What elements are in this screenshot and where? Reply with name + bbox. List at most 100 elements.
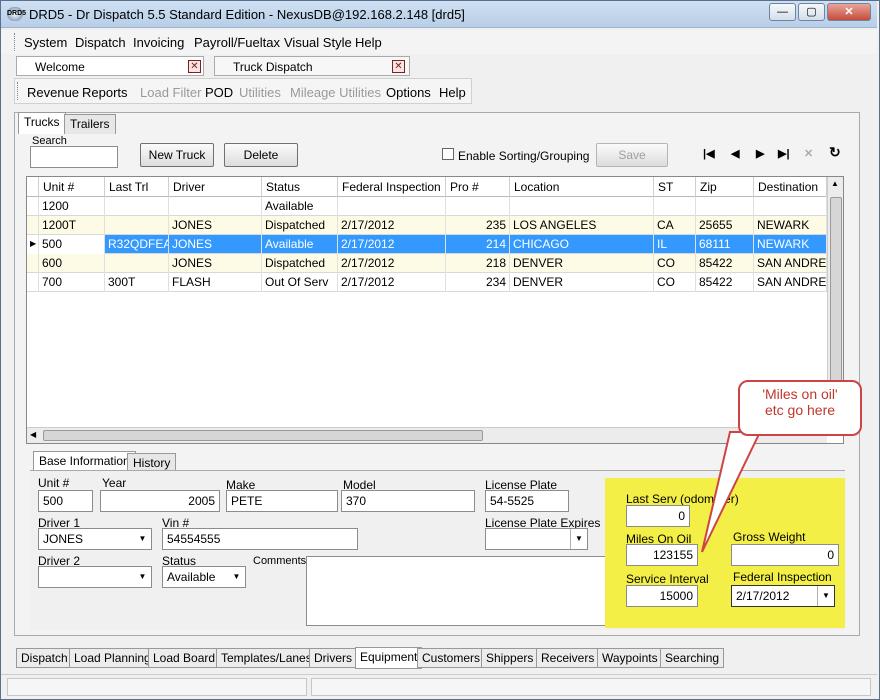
bottom-tab-waypoints[interactable]: Waypoints [597,648,663,668]
toolbar-reports[interactable]: Reports [82,85,128,100]
unit-field[interactable]: 500 [38,490,93,512]
dropdown-arrow-icon[interactable]: ▼ [134,567,151,587]
dropdown-arrow-icon[interactable]: ▼ [134,529,151,549]
dropdown-arrow-icon[interactable]: ▼ [817,586,834,606]
last-serv-field[interactable]: 0 [626,505,690,527]
row-indicator [27,216,39,235]
dropdown-arrow-icon[interactable]: ▼ [228,567,245,587]
model-field[interactable]: 370 [341,490,475,512]
federal-inspection-picker[interactable]: 2/17/2012 ▼ [731,585,835,607]
bottom-tab-load-board[interactable]: Load Board [148,648,221,668]
table-row[interactable]: 1200 Available [27,197,827,216]
menu-system[interactable]: System [24,35,67,50]
table-row[interactable]: 1200T JONES Dispatched 2/17/2012 235 LOS… [27,216,827,235]
column-header[interactable]: Location [510,177,654,197]
make-field[interactable]: PETE [226,490,338,512]
column-header[interactable]: ST [654,177,696,197]
toolbar-load-filter[interactable]: Load Filter [140,85,201,100]
column-header[interactable]: Unit # [39,177,105,197]
cell-unit[interactable]: 500 [39,235,105,254]
menu-invoicing[interactable]: Invoicing [133,35,184,50]
cell-location: DENVER [510,273,654,292]
toolbar-help[interactable]: Help [439,85,466,100]
doc-tab-welcome[interactable]: Welcome ✕ [16,56,204,76]
service-interval-field[interactable]: 15000 [626,585,698,607]
maximize-icon[interactable]: ▢ [798,3,825,21]
driver1-select[interactable]: JONES ▼ [38,528,152,550]
column-header[interactable]: Federal Inspection [338,177,446,197]
bottom-tab-dispatch[interactable]: Dispatch [16,648,73,668]
horizontal-scroll-thumb[interactable] [43,430,483,441]
menu-grip [14,33,17,51]
year-label: Year [102,476,127,490]
bottom-tab-load-planning[interactable]: Load Planning [69,648,156,668]
close-tab-icon[interactable]: ✕ [392,60,405,73]
save-button[interactable]: Save [596,143,668,167]
row-indicator [27,254,39,273]
cell-zip: 85422 [696,254,754,273]
cell-last-trl [105,216,169,235]
delete-button[interactable]: Delete [224,143,298,167]
first-record-icon[interactable]: |◀ [703,147,715,160]
column-header[interactable]: Driver [169,177,262,197]
miles-on-oil-field[interactable]: 123155 [626,544,698,566]
new-truck-button[interactable]: New Truck [140,143,214,167]
toolbar-options[interactable]: Options [386,85,431,100]
column-header[interactable]: Status [262,177,338,197]
cell-location: LOS ANGELES [510,216,654,235]
table-row[interactable]: 600 JONES Dispatched 2/17/2012 218 DENVE… [27,254,827,273]
cell-last-trl: 300T [105,273,169,292]
toolbar-utilities[interactable]: Utilities [239,85,281,100]
sorting-checkbox[interactable] [442,148,454,160]
menu-dispatch[interactable]: Dispatch [75,35,126,50]
bottom-tab-customers[interactable]: Customers [417,648,486,668]
toolbar-mileage-utilities[interactable]: Mileage Utilities [290,85,381,100]
cell-zip [696,197,754,216]
doc-tab-truck-dispatch-label: Truck Dispatch [233,60,313,74]
status-select[interactable]: Available ▼ [162,566,246,588]
tab-trucks[interactable]: Trucks [18,112,66,134]
cell-status: Available [262,235,338,254]
cell-pro: 234 [446,273,510,292]
close-tab-icon[interactable]: ✕ [188,60,201,73]
license-plate-field[interactable]: 54-5525 [485,490,569,512]
dropdown-arrow-icon[interactable]: ▼ [570,529,587,549]
scroll-left-icon[interactable]: ◀ [30,430,36,439]
bottom-tab-templates-lanes[interactable]: Templates/Lanes [216,648,317,668]
bottom-tab-searching[interactable]: Searching [660,648,725,668]
minimize-icon[interactable]: — [769,3,796,21]
menu-bar: System Dispatch Invoicing Payroll/Fuelta… [1,30,877,54]
table-row-selected[interactable]: ▶ 500 R32QDFEAS JONES Available 2/17/201… [27,235,827,254]
vin-field[interactable]: 54554555 [162,528,358,550]
cancel-edit-icon[interactable]: ✕ [804,147,813,160]
bottom-tab-shippers[interactable]: Shippers [481,648,539,668]
doc-tab-truck-dispatch[interactable]: Truck Dispatch ✕ [214,56,410,76]
driver2-select[interactable]: ▼ [38,566,152,588]
comments-textarea[interactable] [306,556,618,626]
menu-payroll-fueltax[interactable]: Payroll/Fueltax [194,35,280,50]
plate-expires-picker[interactable]: ▼ [485,528,588,550]
toolbar-pod[interactable]: POD [205,85,233,100]
toolbar-revenue[interactable]: Revenue [27,85,79,100]
cell-pro: 218 [446,254,510,273]
column-header[interactable]: Zip [696,177,754,197]
close-icon[interactable]: ✕ [827,3,871,21]
last-record-icon[interactable]: ▶| [778,147,790,160]
column-header[interactable]: Destination [754,177,827,197]
table-row[interactable]: 700 300T FLASH Out Of Serv 2/17/2012 234… [27,273,827,292]
bottom-tab-receivers[interactable]: Receivers [536,648,600,668]
menu-help[interactable]: Help [355,35,382,50]
bottom-tab-drivers[interactable]: Drivers [309,648,357,668]
column-header[interactable]: Last Trl [105,177,169,197]
bottom-tab-equipment[interactable]: Equipment [355,647,423,669]
column-header[interactable]: Pro # [446,177,510,197]
refresh-icon[interactable]: ↻ [829,144,841,161]
prev-record-icon[interactable]: ◀ [731,147,739,160]
year-field[interactable]: 2005 [100,490,220,512]
search-input[interactable] [30,146,118,168]
cell-status: Out Of Serv [262,273,338,292]
next-record-icon[interactable]: ▶ [756,147,764,160]
tab-trailers[interactable]: Trailers [64,114,116,134]
menu-visual-style[interactable]: Visual Style [284,35,352,50]
scroll-up-icon[interactable]: ▲ [831,179,839,188]
